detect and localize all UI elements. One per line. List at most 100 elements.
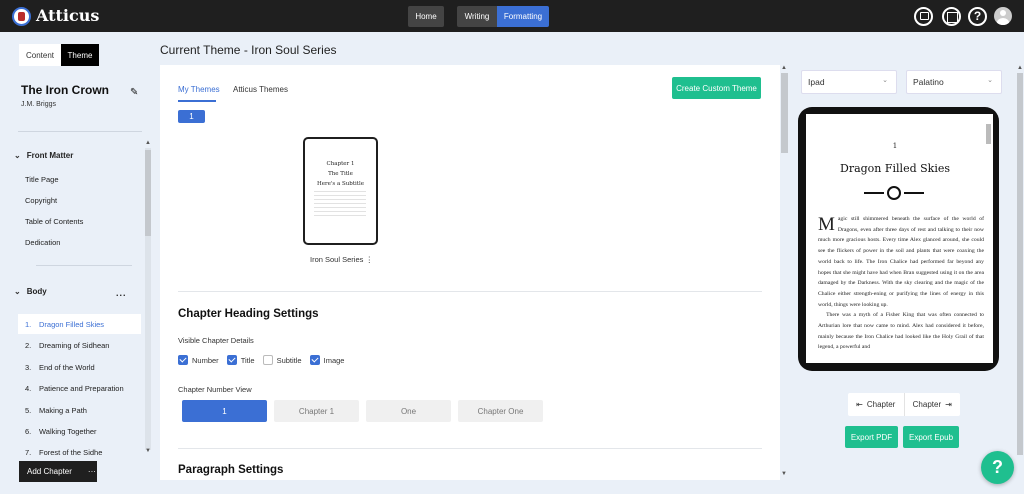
writing-tab[interactable]: Writing: [457, 6, 497, 27]
main-scrollbar[interactable]: ▲ ▼: [780, 65, 789, 480]
body-label: Body: [26, 287, 47, 296]
sidebar-chapter-item[interactable]: 5. Making a Path: [18, 400, 141, 420]
prev-chapter-button[interactable]: ⇤ Chapter: [848, 393, 905, 416]
home-button[interactable]: Home: [408, 6, 444, 27]
checkbox-checked-icon[interactable]: [178, 355, 188, 365]
front-matter-header[interactable]: ⌄ Front Matter: [14, 151, 73, 160]
theme-card-chapter: Chapter 1: [326, 161, 355, 167]
divider: [178, 448, 762, 449]
scroll-up-icon[interactable]: ▲: [781, 65, 787, 71]
help-chat-button[interactable]: ?: [981, 451, 1014, 484]
tab-content[interactable]: Content: [19, 44, 61, 66]
preview-paragraph: There was a myth of a Fisher King that w…: [818, 312, 985, 351]
chevron-down-icon: ⌄: [987, 77, 993, 84]
sidebar-item-dedication[interactable]: Dedication: [25, 238, 60, 247]
sidebar-chapter-item[interactable]: 6. Walking Together: [18, 421, 141, 441]
chapter-label: End of the World: [39, 362, 95, 372]
next-chapter-button[interactable]: Chapter ⇥: [905, 393, 961, 416]
scroll-up-icon[interactable]: ▲: [145, 140, 151, 146]
chevron-down-icon: ⌄: [14, 151, 21, 160]
number-view-option[interactable]: 1: [182, 400, 267, 422]
theme-page-number[interactable]: 1: [178, 110, 205, 123]
add-chapter-label: Add Chapter: [27, 467, 72, 476]
chapter-navigation: ⇤ Chapter Chapter ⇥: [848, 393, 960, 416]
add-chapter-more-icon[interactable]: ···: [88, 467, 96, 476]
text-placeholder-line: [314, 191, 366, 192]
front-matter-label: Front Matter: [26, 151, 74, 160]
scroll-down-icon[interactable]: ▼: [781, 471, 787, 477]
brand-name[interactable]: Atticus: [36, 6, 99, 25]
ornament-icon: [864, 186, 924, 200]
preview-paragraph: agic still shimmered beneath the surface…: [818, 216, 984, 308]
sidebar-item-title-page[interactable]: Title Page: [25, 175, 59, 184]
help-icon[interactable]: ?: [968, 7, 987, 26]
sidebar-scrollbar[interactable]: ▲ ▼: [144, 140, 152, 458]
tab-theme[interactable]: Theme: [61, 44, 99, 66]
chapter-label: Forest of the Sidhe: [39, 447, 103, 457]
chat-icon[interactable]: [914, 7, 933, 26]
scroll-thumb[interactable]: [781, 73, 788, 153]
sidebar-chapter-item[interactable]: 1. Dragon Filled Skies: [18, 314, 141, 334]
checkbox-label: Image: [323, 355, 345, 365]
export-epub-button[interactable]: Export Epub: [903, 426, 959, 448]
checkbox-label: Title: [240, 355, 255, 365]
scroll-up-icon[interactable]: ▲: [1017, 65, 1023, 71]
theme-card[interactable]: Chapter 1 The Title Here's a Subtitle: [303, 137, 378, 245]
font-select[interactable]: Palatino ⌄: [906, 70, 1002, 94]
preview-scrollbar[interactable]: [986, 118, 991, 358]
sidebar-item-table-of-contents[interactable]: Table of Contents: [25, 217, 83, 226]
chapter-label: Dreaming of Sidhean: [39, 340, 110, 350]
formatting-tab[interactable]: Formatting: [497, 6, 549, 27]
sidebar-tabs: Content Theme: [19, 44, 99, 66]
number-view-option[interactable]: Chapter One: [458, 400, 543, 422]
checkbox-unchecked-icon[interactable]: [262, 355, 273, 365]
chapter-label: Making a Path: [39, 405, 87, 415]
device-select[interactable]: Ipad ⌄: [801, 70, 897, 94]
checkbox-image[interactable]: Image: [309, 355, 345, 365]
scroll-thumb[interactable]: [1017, 73, 1023, 455]
divider: [178, 291, 762, 292]
top-bar: Atticus Home Writing Formatting ?: [0, 0, 1024, 32]
sidebar-chapter-item[interactable]: 7. Forest of the Sidhe: [18, 442, 141, 462]
prev-chapter-label: Chapter: [866, 400, 896, 409]
number-view-option[interactable]: One: [366, 400, 451, 422]
visible-details-label: Visible Chapter Details: [178, 336, 254, 345]
sidebar-chapter-item[interactable]: 4. Patience and Preparation: [18, 378, 141, 398]
add-chapter-button[interactable]: Add Chapter ···: [19, 461, 97, 482]
calendar-icon[interactable]: [942, 7, 961, 26]
scroll-thumb[interactable]: [986, 124, 991, 144]
tab-my-themes[interactable]: My Themes: [178, 85, 220, 94]
tab-atticus-themes[interactable]: Atticus Themes: [233, 85, 288, 94]
chapter-number: 7.: [25, 447, 32, 457]
scroll-down-icon[interactable]: ▼: [145, 448, 151, 454]
preview-chapter-number: 1: [892, 142, 898, 150]
number-view-option[interactable]: Chapter 1: [274, 400, 359, 422]
chapter-label: Walking Together: [39, 426, 97, 436]
preview-screen[interactable]: 1 Dragon Filled Skies Magic still shimme…: [806, 114, 993, 363]
sidebar-chapter-item[interactable]: 3. End of the World: [18, 357, 141, 377]
checkbox-checked-icon[interactable]: [226, 355, 237, 365]
edit-pencil-icon[interactable]: ✎: [130, 87, 138, 98]
body-more-icon[interactable]: ...: [116, 288, 127, 298]
atticus-logo-icon[interactable]: [12, 7, 31, 26]
checkbox-number[interactable]: Number: [178, 355, 219, 365]
chevron-left-icon: ⇤: [856, 400, 863, 409]
checkbox-checked-icon[interactable]: [309, 355, 320, 365]
text-placeholder-line: [314, 207, 366, 208]
avatar[interactable]: [994, 7, 1012, 25]
body-header[interactable]: ⌄ Body: [14, 287, 47, 296]
right-scrollbar[interactable]: ▲: [1016, 65, 1024, 494]
checkbox-subtitle[interactable]: Subtitle: [262, 355, 302, 365]
book-title: The Iron Crown: [21, 83, 109, 97]
checkbox-title[interactable]: Title: [226, 355, 255, 365]
create-custom-theme-button[interactable]: Create Custom Theme: [672, 77, 761, 99]
chapter-number: 5.: [25, 405, 32, 415]
theme-card-name[interactable]: Iron Soul Series ⋮: [310, 255, 373, 264]
sidebar-chapter-item[interactable]: 2. Dreaming of Sidhean: [18, 335, 141, 355]
book-author: J.M. Briggs: [21, 101, 57, 108]
sidebar-item-copyright[interactable]: Copyright: [25, 196, 57, 205]
paragraph-settings-title: Paragraph Settings: [178, 464, 284, 476]
export-pdf-button[interactable]: Export PDF: [845, 426, 898, 448]
visible-details-checkboxes: Number Title Subtitle Image: [178, 355, 346, 365]
scroll-thumb[interactable]: [145, 150, 151, 236]
